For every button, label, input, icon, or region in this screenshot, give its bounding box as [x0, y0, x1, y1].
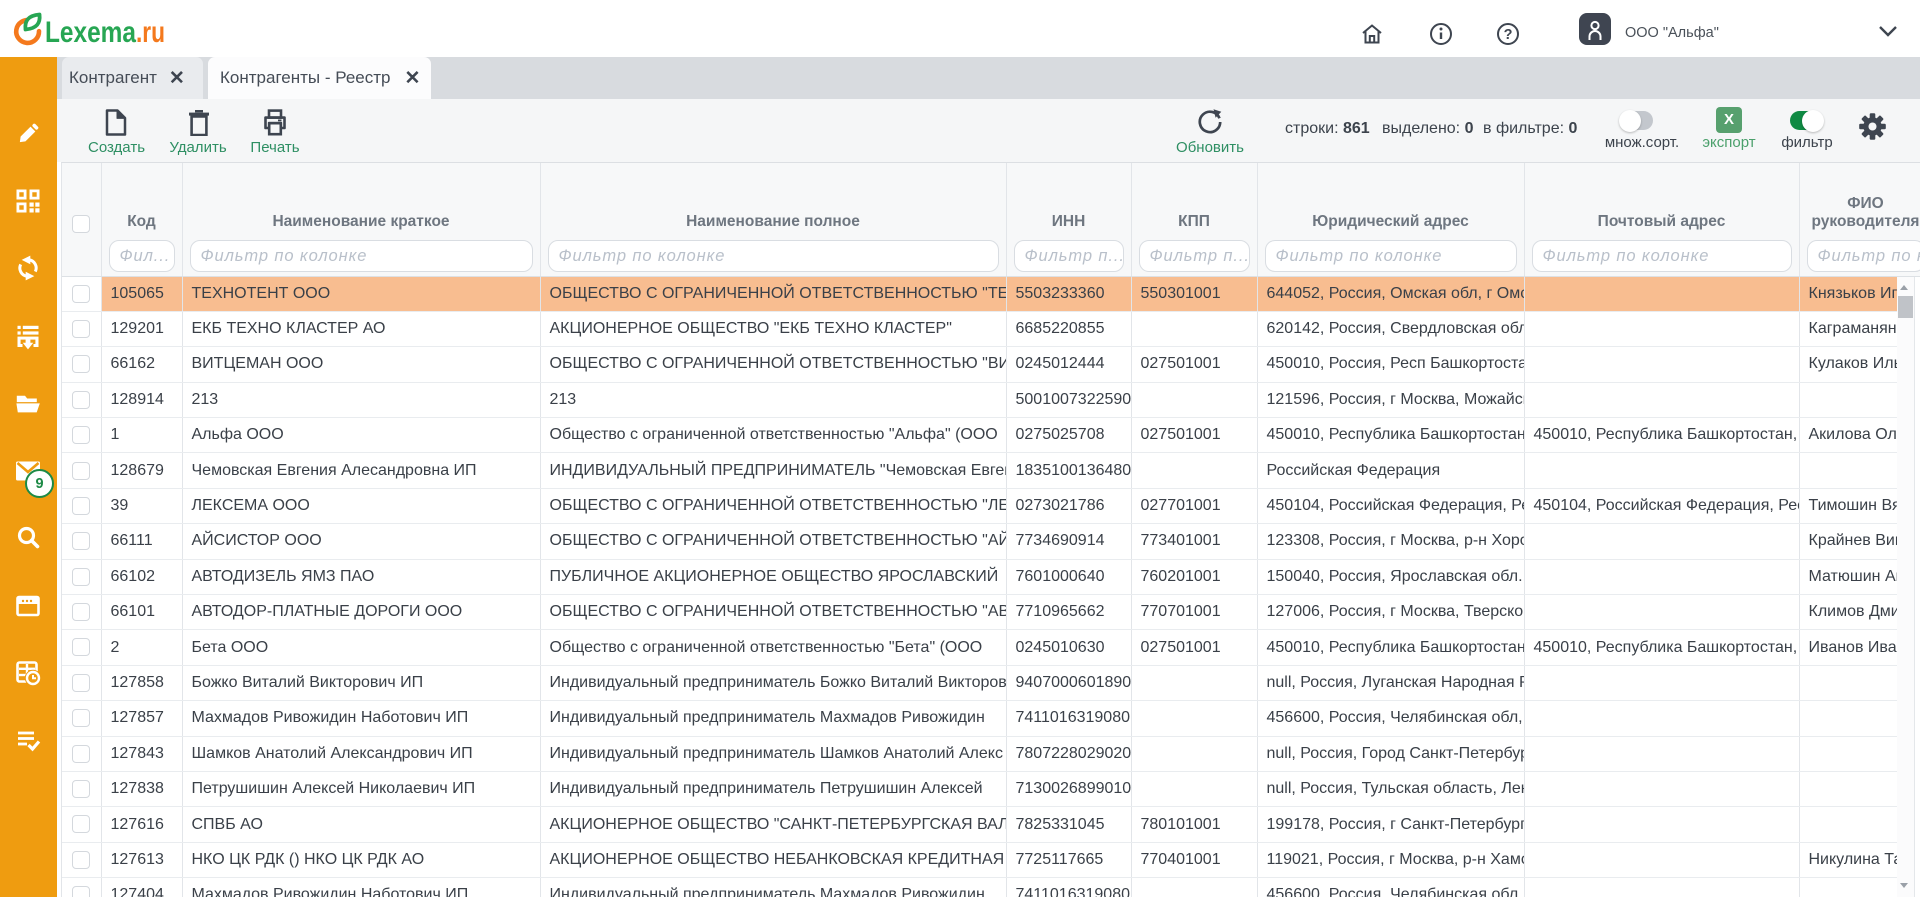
svg-text:.ru: .ru [136, 16, 165, 49]
svg-text:?: ? [1504, 27, 1513, 43]
svg-text:Lexema: Lexema [45, 16, 136, 49]
